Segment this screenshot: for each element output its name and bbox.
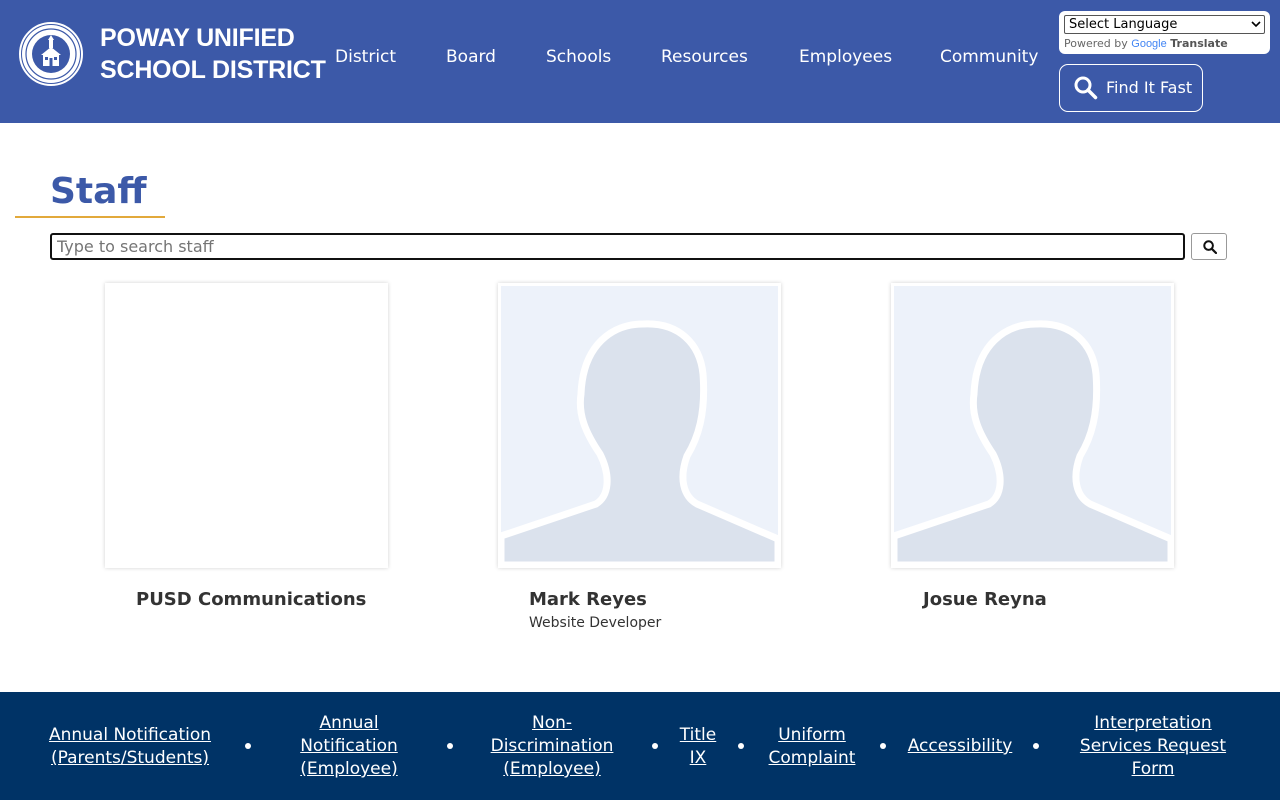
search-icon xyxy=(1074,76,1098,100)
footer-link-interpretation-services[interactable]: Interpretation Services Request Form xyxy=(1073,712,1233,781)
footer-separator-dot xyxy=(447,743,453,749)
nav-employees[interactable]: Employees xyxy=(799,44,892,70)
brand-line-1: POWAY UNIFIED xyxy=(100,24,295,52)
chevron-down-icon xyxy=(1251,21,1261,28)
footer-separator-dot xyxy=(880,743,886,749)
staff-search-button[interactable] xyxy=(1191,233,1227,260)
staff-name[interactable]: Josue Reyna xyxy=(923,588,1047,612)
staff-name[interactable]: Mark Reyes xyxy=(529,588,647,612)
nav-resources[interactable]: Resources xyxy=(661,44,748,70)
district-name[interactable]: POWAY UNIFIED SCHOOL DISTRICT xyxy=(100,22,326,86)
find-it-fast-label: Find It Fast xyxy=(1106,78,1193,97)
google-translate-widget: Select Language Powered by Google Transl… xyxy=(1059,11,1270,54)
footer-separator-dot xyxy=(245,743,251,749)
site-header: POWAY UNIFIED SCHOOL DISTRICT District B… xyxy=(0,0,1280,123)
footer-separator-dot xyxy=(652,743,658,749)
title-underline xyxy=(15,216,165,218)
person-silhouette-icon xyxy=(894,286,1171,565)
staff-photo-placeholder[interactable] xyxy=(498,283,781,568)
district-seal-logo[interactable] xyxy=(19,22,83,86)
footer-separator-dot xyxy=(738,743,744,749)
page-title: Staff xyxy=(50,171,147,212)
nav-board[interactable]: Board xyxy=(446,44,496,70)
staff-name[interactable]: PUSD Communications xyxy=(136,588,366,612)
search-icon xyxy=(1203,240,1217,254)
language-select[interactable]: Select Language xyxy=(1064,15,1265,34)
staff-search-input[interactable] xyxy=(50,233,1185,260)
footer-link-accessibility[interactable]: Accessibility xyxy=(900,735,1020,758)
person-silhouette-icon xyxy=(501,286,778,565)
google-logo[interactable]: Google xyxy=(1131,38,1166,50)
find-it-fast-button[interactable]: Find It Fast xyxy=(1059,64,1203,112)
footer-separator-dot xyxy=(1033,743,1039,749)
nav-community[interactable]: Community xyxy=(940,44,1038,70)
translate-link[interactable]: Translate xyxy=(1170,37,1227,50)
footer-link-uniform-complaint[interactable]: Uniform Complaint xyxy=(760,724,864,770)
footer-link-annual-notification-employee[interactable]: Annual Notification (Employee) xyxy=(289,712,409,781)
language-select-value: Select Language xyxy=(1069,17,1178,32)
staff-photo-blank[interactable] xyxy=(105,283,388,568)
footer-link-non-discrimination[interactable]: Non-Discrimination (Employee) xyxy=(482,712,622,781)
nav-schools[interactable]: Schools xyxy=(546,44,611,70)
staff-photo-placeholder[interactable] xyxy=(891,283,1174,568)
nav-district[interactable]: District xyxy=(335,44,396,70)
powered-by-google: Powered by Google Translate xyxy=(1064,37,1228,51)
footer-link-title-ix[interactable]: Title IX xyxy=(675,724,721,770)
brand-line-2: SCHOOL DISTRICT xyxy=(100,56,326,84)
powered-by-label: Powered by xyxy=(1064,37,1128,50)
footer-link-annual-notification-parents[interactable]: Annual Notification (Parents/Students) xyxy=(40,724,220,770)
staff-role: Website Developer xyxy=(529,615,662,631)
